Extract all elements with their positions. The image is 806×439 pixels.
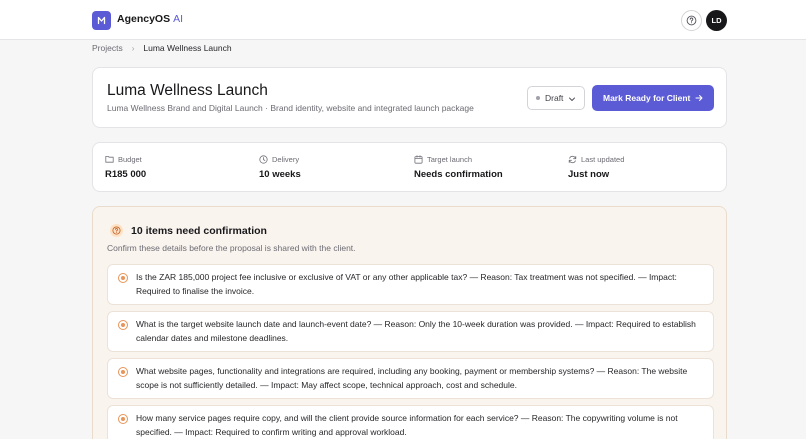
confirmation-item[interactable]: What website pages, functionality and in… — [107, 358, 714, 399]
confirmation-subheading: Confirm these details before the proposa… — [107, 243, 356, 253]
user-avatar[interactable]: LD — [706, 10, 727, 31]
breadcrumb: Projects › Luma Wellness Launch — [92, 42, 232, 54]
clock-icon — [259, 154, 268, 164]
stat-delivery: Delivery 10 weeks — [259, 154, 301, 181]
breadcrumb-current: Luma Wellness Launch — [143, 43, 232, 53]
confirmation-panel: 10 items need confirmation Confirm these… — [92, 206, 727, 439]
mark-ready-button[interactable]: Mark Ready for Client — [592, 85, 714, 111]
stat-label: Last updated — [581, 154, 625, 164]
breadcrumb-projects[interactable]: Projects — [92, 43, 123, 53]
help-button[interactable] — [681, 10, 702, 31]
stat-value: R185 000 — [105, 169, 147, 180]
question-circle-icon — [110, 224, 123, 237]
pending-dot-icon — [118, 414, 128, 424]
confirmation-item[interactable]: What is the target website launch date a… — [107, 311, 714, 352]
confirmation-item[interactable]: Is the ZAR 185,000 project fee inclusive… — [107, 264, 714, 305]
status-dropdown[interactable]: Draft — [527, 86, 585, 110]
stat-label: Target launch — [427, 154, 473, 164]
confirmation-item-text: Is the ZAR 185,000 project fee inclusive… — [136, 272, 677, 296]
stat-budget: Budget R185 000 — [105, 154, 147, 181]
logo-icon — [97, 16, 106, 25]
pending-dot-icon — [118, 320, 128, 330]
page-title: Luma Wellness Launch — [107, 82, 268, 99]
stat-value: Just now — [568, 169, 610, 180]
question-circle-icon — [686, 15, 697, 26]
project-subtitle: Luma Wellness Brand and Digital Launch ·… — [107, 103, 474, 113]
arrow-right-icon — [695, 95, 703, 101]
status-value: Draft — [545, 93, 564, 103]
top-bar: AgencyOS AI LD — [0, 0, 806, 40]
stat-value: 10 weeks — [259, 169, 301, 180]
confirmation-item-text: How many service pages require copy, and… — [136, 413, 678, 437]
stat-label: Budget — [118, 154, 142, 164]
brand-suffix: AI — [173, 13, 184, 25]
stat-value: Needs confirmation — [414, 169, 503, 180]
confirmation-item-text: What is the target website launch date a… — [136, 319, 696, 343]
confirmation-item-text: What website pages, functionality and in… — [136, 366, 688, 390]
app-brand[interactable]: AgencyOS AI — [117, 13, 183, 25]
calendar-icon — [414, 154, 423, 164]
stat-last-updated: Last updated Just now — [568, 154, 625, 181]
pending-dot-icon — [118, 273, 128, 283]
chevron-down-icon — [569, 97, 575, 101]
pending-dot-icon — [118, 367, 128, 377]
stat-target-launch: Target launch Needs confirmation — [414, 154, 503, 181]
mark-ready-label: Mark Ready for Client — [603, 93, 691, 103]
app-logo[interactable] — [92, 11, 111, 30]
brand-name: AgencyOS — [117, 13, 171, 25]
stat-label: Delivery — [272, 154, 300, 164]
chevron-right-icon: › — [131, 43, 135, 53]
folder-icon — [105, 156, 114, 163]
refresh-icon — [568, 155, 577, 163]
confirmation-item[interactable]: How many service pages require copy, and… — [107, 405, 714, 439]
status-dot-icon — [536, 96, 540, 100]
confirmation-heading: 10 items need confirmation — [131, 225, 267, 237]
project-stats-card: Budget R185 000 Delivery 10 weeks Target… — [92, 142, 727, 192]
project-header-card: Luma Wellness Launch Luma Wellness Brand… — [92, 67, 727, 128]
